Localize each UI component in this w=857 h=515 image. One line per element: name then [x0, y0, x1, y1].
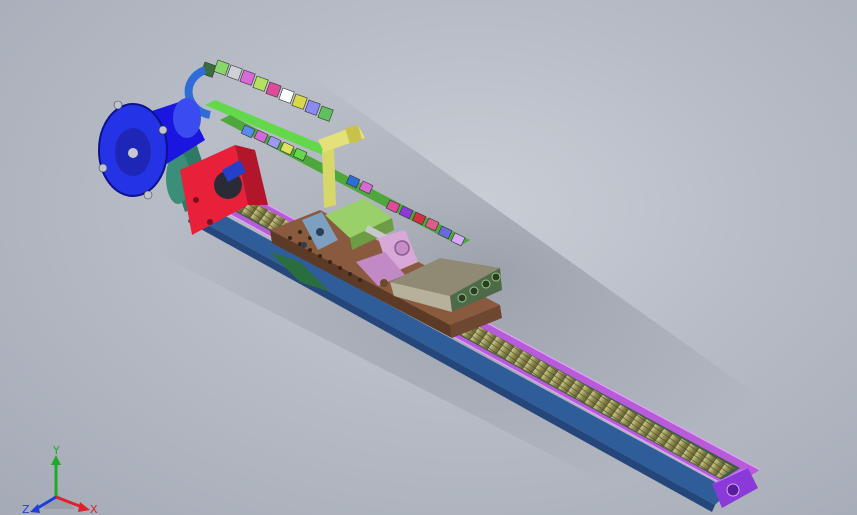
x-axis-label: X: [90, 503, 98, 515]
clevis-pin: [394, 240, 410, 256]
y-axis-label: Y: [52, 445, 60, 457]
z-axis-arrow: [30, 504, 40, 513]
bracket-post-vertical: [322, 147, 336, 208]
servo-motor-rear: [173, 98, 201, 138]
end-plate-bolt: [193, 197, 199, 203]
z-axis-label: Z: [22, 503, 30, 515]
end-plate-bolt: [207, 219, 213, 225]
mount-bracket-bolt: [301, 242, 307, 248]
cad-viewport[interactable]: Y X Z: [0, 0, 857, 515]
mount-bracket-hole: [316, 228, 324, 236]
x-axis-arrow: [78, 502, 90, 512]
clevis-bolt: [380, 279, 388, 287]
motor-shaft: [128, 148, 138, 158]
axis-triad: Y X Z: [22, 445, 98, 515]
end-cap-bore: [726, 483, 740, 497]
assembly-model[interactable]: [0, 0, 857, 515]
